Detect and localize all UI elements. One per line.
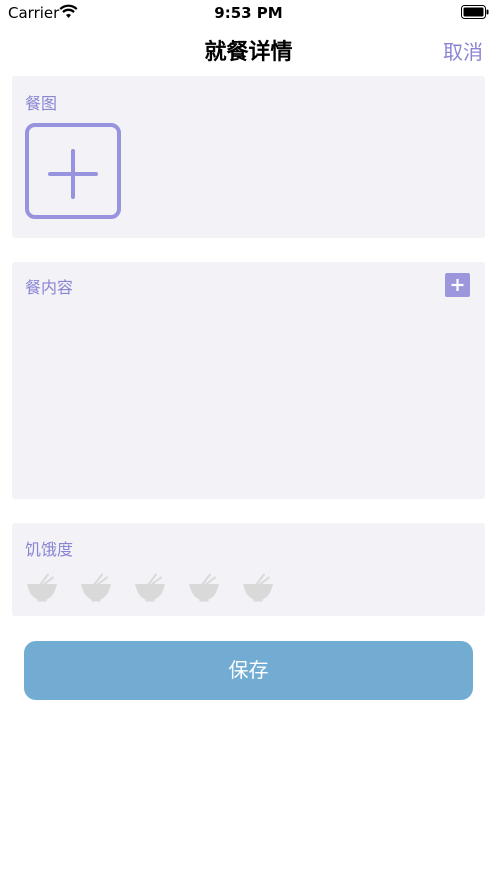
- page-title: 就餐详情: [204, 40, 293, 65]
- add-photo-button[interactable]: [25, 123, 121, 219]
- status-bar: Carrier 9:53 PM: [0, 0, 497, 26]
- bowl-icon[interactable]: [242, 571, 274, 603]
- bowl-icon[interactable]: [26, 571, 58, 603]
- battery-icon: [461, 5, 489, 19]
- bowl-icon[interactable]: [188, 571, 220, 603]
- add-content-button[interactable]: [445, 273, 470, 297]
- save-button[interactable]: 保存: [24, 641, 473, 700]
- cancel-button[interactable]: 取消: [443, 36, 483, 65]
- plus-icon: [451, 279, 464, 291]
- hunger-level-section: 饥饿度: [12, 523, 485, 616]
- bowl-icon[interactable]: [80, 571, 112, 603]
- meal-photo-label: 餐图: [25, 94, 58, 113]
- meal-content-section: 餐内容: [12, 262, 485, 499]
- plus-icon: [48, 149, 98, 199]
- meal-photo-section: 餐图: [12, 76, 485, 238]
- hunger-level-label: 饥饿度: [25, 540, 74, 559]
- bowl-icon[interactable]: [134, 571, 166, 603]
- meal-content-label: 餐内容: [25, 278, 74, 297]
- status-time: 9:53 PM: [214, 4, 283, 22]
